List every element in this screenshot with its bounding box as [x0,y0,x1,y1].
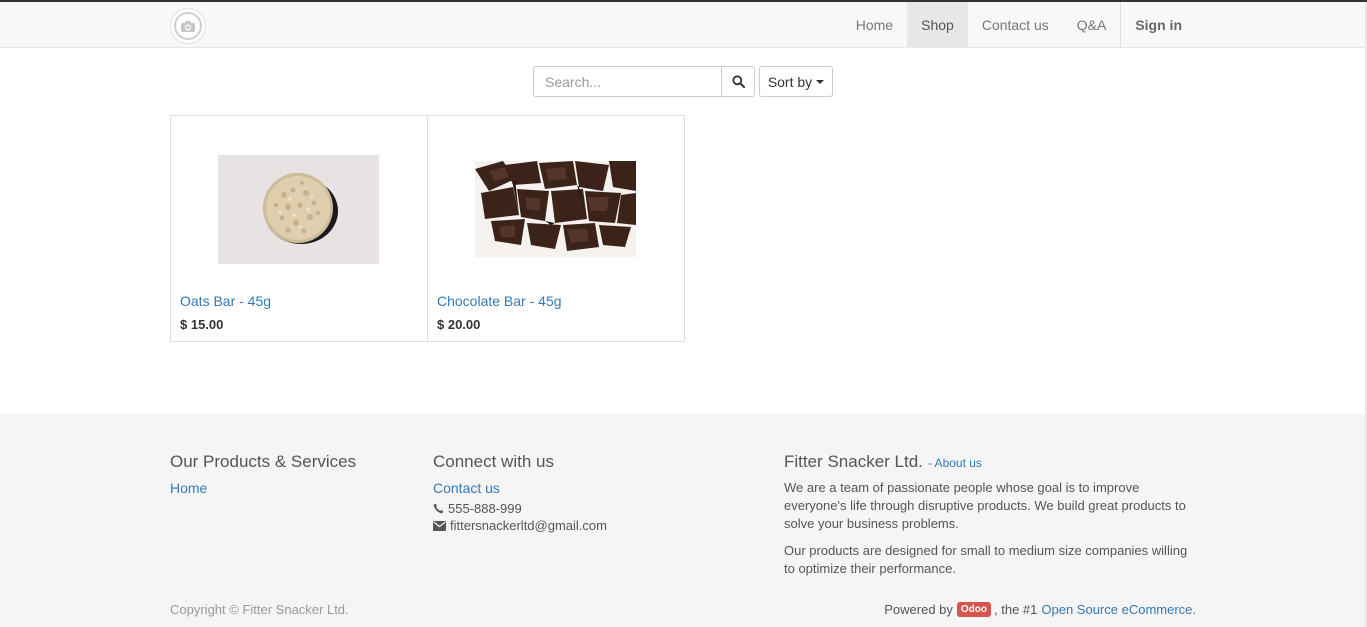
nav-contact-us[interactable]: Contact us [968,2,1063,47]
footer-about-column: Fitter Snacker Ltd. - About us We are a … [784,452,1196,578]
odoo-badge[interactable]: Odoo [956,602,991,617]
footer-phone: 555-888-999 [433,500,733,517]
footer-products-title: Our Products & Services [170,452,357,471]
email-address[interactable]: fittersnackerltd@gmail.com [450,518,607,533]
footer-connect-column: Connect with us Contact us 555-888-999 f… [433,452,733,534]
about-us-link[interactable]: - About us [928,456,982,470]
caret-down-icon [816,79,825,84]
search-icon [731,75,745,88]
camera-logo-icon [174,12,202,40]
footer-home-link[interactable]: Home [170,480,410,496]
search-form [533,66,755,97]
powered-prefix: Powered by [884,602,953,617]
product-price: $ 20.00 [437,317,481,332]
product-card[interactable]: Oats Bar - 45g $ 15.00 [171,116,427,341]
footer: Our Products & Services Home Connect wit… [0,414,1365,627]
footer-connect-title: Connect with us [433,452,554,471]
product-name[interactable]: Oats Bar - 45g [180,293,271,309]
search-input[interactable] [533,66,721,97]
open-source-ecommerce-link[interactable]: Open Source eCommerce. [1041,602,1196,617]
footer-email: fittersnackerltd@gmail.com [433,517,733,534]
nav-qa[interactable]: Q&A [1063,2,1121,47]
footer-company-heading: Fitter Snacker Ltd. - About us [784,452,1196,472]
powered-by: Powered by Odoo , the #1 Open Source eCo… [884,602,1196,617]
product-price: $ 15.00 [180,317,224,332]
nav-home[interactable]: Home [842,2,907,47]
about-paragraph-2: Our products are designed for small to m… [784,543,1188,576]
footer-contact-link[interactable]: Contact us [433,480,733,496]
about-paragraph-1: We are a team of passionate people whose… [784,480,1186,531]
site-logo[interactable] [170,8,206,44]
envelope-icon [433,520,446,531]
sort-by-label: Sort by [767,73,813,90]
sign-in-link[interactable]: Sign in [1121,2,1196,47]
nav-shop[interactable]: Shop [907,2,968,47]
footer-products-column: Our Products & Services Home [170,452,410,496]
product-grid: Oats Bar - 45g $ 15.00 Chocolate Bar - 4… [170,115,685,342]
chocolate-bar-image[interactable] [475,161,636,257]
copyright-text: Copyright © Fitter Snacker Ltd. [170,602,349,617]
navbar: Home Shop Contact us Q&A Sign in [0,2,1365,48]
powered-middle: , the #1 [994,602,1038,617]
footer-company-title: Fitter Snacker Ltd. [784,452,923,471]
product-card[interactable]: Chocolate Bar - 45g $ 20.00 [427,116,684,341]
search-button[interactable] [721,66,755,97]
phone-icon [433,503,444,514]
sort-by-dropdown[interactable]: Sort by [759,66,833,97]
main-menu: Home Shop Contact us Q&A Sign in [842,2,1196,47]
product-name[interactable]: Chocolate Bar - 45g [437,293,562,309]
phone-number: 555-888-999 [448,501,522,516]
oats-bar-image[interactable] [218,155,379,264]
